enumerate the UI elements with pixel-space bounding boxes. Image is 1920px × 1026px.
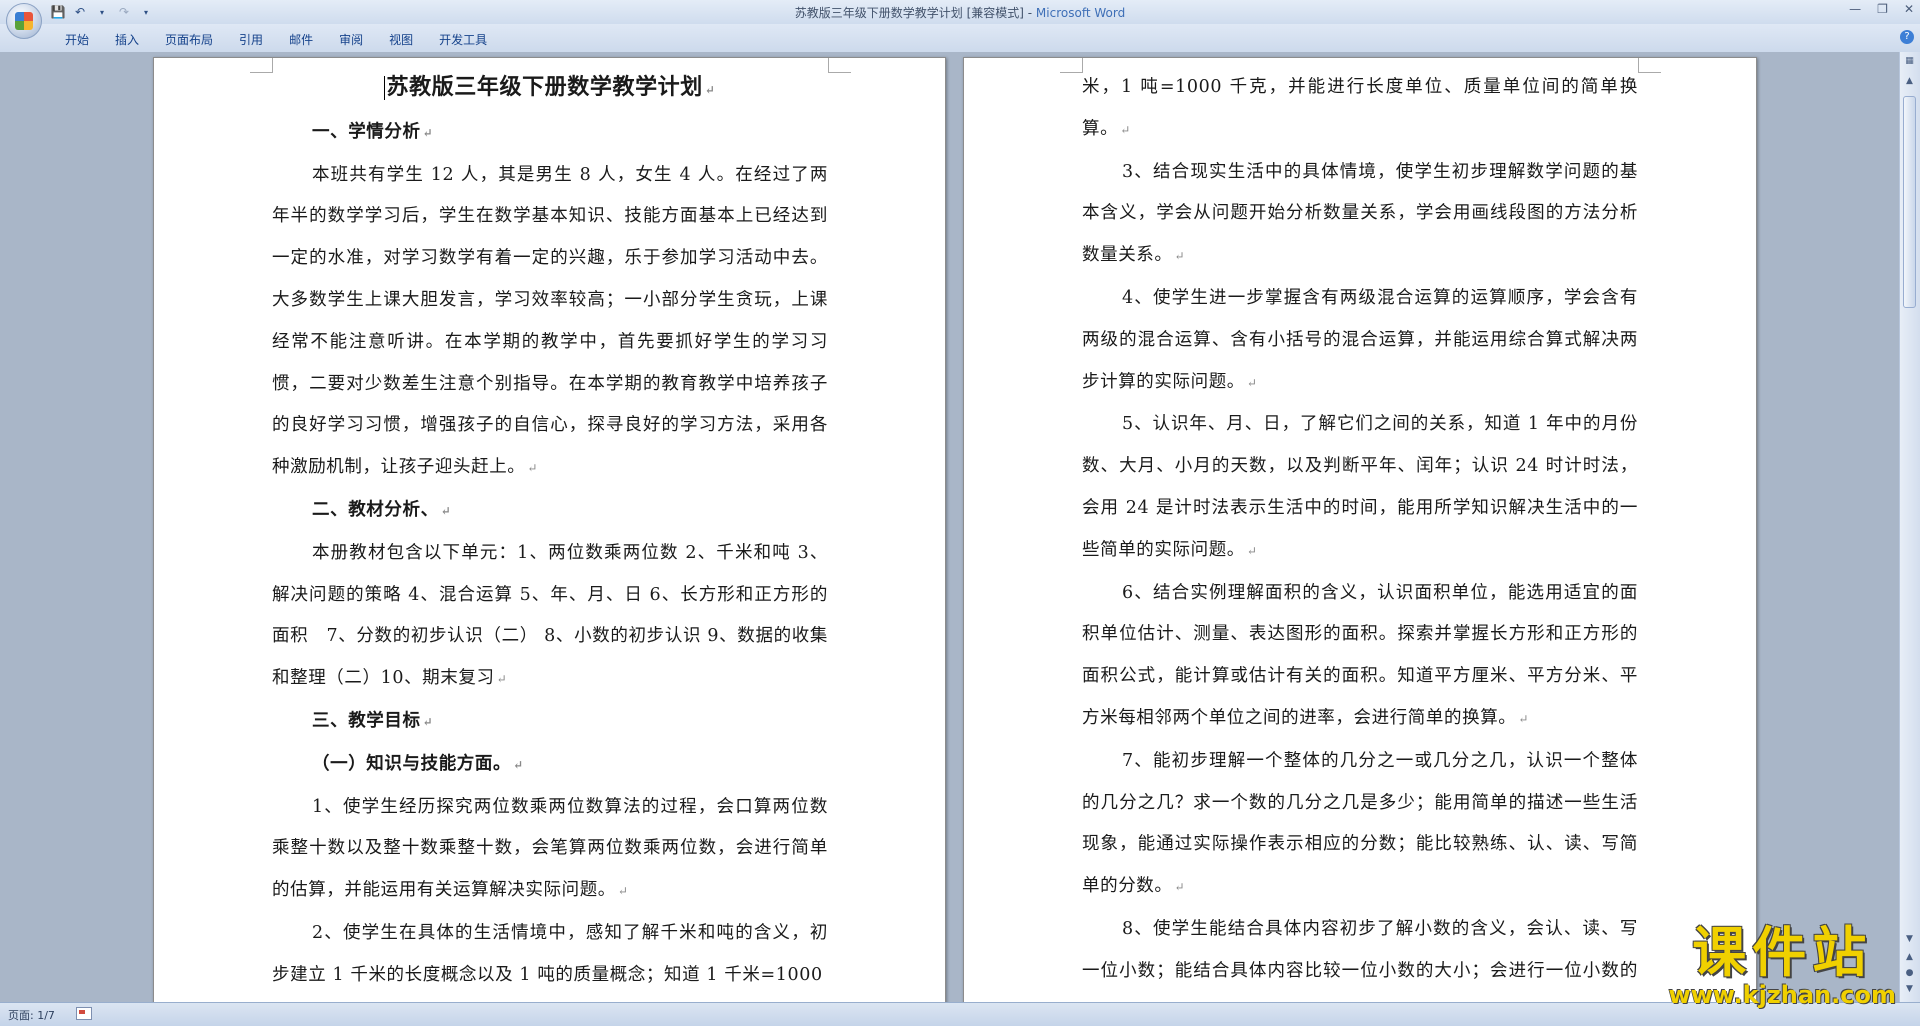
ribbon-tab[interactable]: 引用 — [226, 29, 276, 50]
margin-corner-mark — [1638, 58, 1661, 73]
paragraph-mark-icon: ↵ — [1246, 543, 1258, 558]
document-page-1[interactable]: 苏教版三年级下册数学教学计划 ↵ 一、学情分析 ↵ 本班共有学生 12 人，其是男生 … — [153, 57, 946, 1002]
paragraph: 4、使学生进一步掌握含有两级混合运算的运算顺序，学会含有两级的混合运算、含有小括… — [1082, 287, 1638, 392]
paragraph: 本册教材包含以下单元：1、两位数乘两位数 2、千米和吨 3、解决问题的策略 4、… — [272, 542, 828, 689]
proofing-status-icon[interactable] — [76, 1007, 92, 1020]
minimize-icon[interactable]: — — [1849, 2, 1861, 16]
paragraph: 1、使学生经历探究两位数乘两位数算法的过程，会口算两位数乘整十数以及整十数乘整十… — [272, 796, 828, 901]
ruler-toggle-icon[interactable]: ▦ — [1902, 54, 1917, 68]
ribbon-tabs: 开始 插入 页面布局 引用 邮件 审阅 视图 开发工具 — [52, 29, 500, 50]
window-title-app: Microsoft Word — [1035, 6, 1126, 20]
page-2-content[interactable]: 米，1 吨=1000 千克，并能进行长度单位、质量单位间的简单换算。 ↵ 3、结合现… — [1082, 67, 1638, 1002]
browse-object-icon[interactable]: ● — [1902, 966, 1917, 980]
title-bar: 💾 ↶ ▾ ↷ ▾ 苏教版三年级下册数学教学计划 [兼容模式] - Micros… — [0, 0, 1920, 39]
ribbon-tab[interactable]: 开始 — [52, 29, 102, 50]
paragraph-mark-icon: ↵ — [422, 714, 434, 729]
page-1-content[interactable]: 苏教版三年级下册数学教学计划 ↵ 一、学情分析 ↵ 本班共有学生 12 人，其是男生 … — [272, 67, 828, 997]
paragraph-mark-icon: ↵ — [440, 503, 452, 518]
paragraph-mark-icon: ↵ — [527, 461, 539, 476]
paragraph: 8、使学生能结合具体内容初步了解小数的含义，会认、读、写一位小数；能结合具体内容… — [1082, 918, 1638, 981]
paragraph: 2、使学生在具体的生活情境中，感知了解千米和吨的含义，初步建立 1 千米的长度概… — [272, 922, 828, 985]
paragraph: 6、结合实例理解面积的含义，认识面积单位，能选用适宜的面积单位估计、测量、表达图… — [1082, 582, 1638, 728]
ribbon-tab[interactable]: 插入 — [102, 29, 152, 50]
window-controls: — ❐ ✕ — [1849, 2, 1914, 16]
page-indicator[interactable]: 页面: 1/7 — [8, 1007, 55, 1023]
ribbon-tab[interactable]: 开发工具 — [426, 29, 500, 50]
margin-corner-mark — [250, 58, 273, 73]
margin-corner-mark — [828, 58, 851, 73]
document-page-2[interactable]: 米，1 吨=1000 千克，并能进行长度单位、质量单位间的简单换算。 ↵ 3、结合现… — [963, 57, 1757, 1002]
ribbon-tab[interactable]: 视图 — [376, 29, 426, 50]
paragraph-mark-icon: ↵ — [1174, 880, 1186, 895]
document-workspace: 苏教版三年级下册数学教学计划 ↵ 一、学情分析 ↵ 本班共有学生 12 人，其是男生 … — [0, 52, 1900, 1002]
window-title-document: 苏教版三年级下册数学教学计划 [兼容模式] - — [794, 6, 1036, 20]
office-button[interactable] — [6, 3, 42, 39]
ribbon-tab[interactable]: 邮件 — [276, 29, 326, 50]
paragraph: 7、能初步理解一个整体的几分之一或几分之几，认识一个整体的几分之几？求一个数的几… — [1082, 750, 1638, 897]
paragraph: 3、结合现实生活中的具体情境，使学生初步理解数学问题的基本含义，学会从问题开始分… — [1082, 161, 1638, 266]
ribbon-tab[interactable]: 审阅 — [326, 29, 376, 50]
paragraph-mark-icon: ↵ — [513, 757, 524, 772]
section-heading: 一、学情分析 ↵ — [312, 121, 434, 142]
paragraph: 米，1 吨=1000 千克，并能进行长度单位、质量单位间的简单换算。 ↵ — [1082, 77, 1638, 139]
scroll-down-icon[interactable]: ▼ — [1902, 932, 1917, 946]
section-heading: 三、教学目标 ↵ — [312, 710, 434, 731]
paragraph-mark-icon: ↵ — [617, 884, 629, 899]
status-bar: 页面: 1/7 — [0, 1002, 1920, 1026]
ribbon-tab[interactable]: 页面布局 — [152, 29, 226, 50]
document-title: 苏教版三年级下册数学教学计划 ↵ — [384, 74, 716, 100]
next-page-icon[interactable]: ▼ — [1902, 982, 1917, 996]
help-icon[interactable]: ? — [1900, 30, 1914, 44]
previous-page-icon[interactable]: ▲ — [1902, 950, 1917, 964]
scroll-up-icon[interactable]: ▲ — [1902, 74, 1917, 88]
margin-corner-mark — [1060, 58, 1083, 73]
paragraph-mark-icon: ↵ — [1246, 375, 1258, 390]
paragraph-mark-icon: ↵ — [1174, 249, 1186, 264]
paragraph-mark-icon: ↵ — [1120, 122, 1131, 137]
section-heading: 二、教材分析、 ↵ — [312, 499, 452, 520]
paragraph-mark-icon: ↵ — [1518, 711, 1530, 726]
watermark-text: 课件站 — [1692, 921, 1873, 984]
paragraph-mark-icon: ↵ — [422, 125, 434, 140]
window-title: 苏教版三年级下册数学教学计划 [兼容模式] - Microsoft Word — [0, 4, 1920, 21]
scrollbar-thumb[interactable] — [1903, 96, 1916, 308]
vertical-scrollbar[interactable]: ▦ ▲ ▼ ▲ ● ▼ — [1899, 52, 1920, 1002]
close-icon[interactable]: ✕ — [1904, 2, 1914, 16]
paragraph-mark-icon: ↵ — [496, 672, 508, 687]
office-logo-icon — [15, 12, 33, 30]
section-heading: （一）知识与技能方面。 ↵ — [312, 753, 524, 774]
watermark-url: www.kjzhan.com — [1668, 981, 1896, 1009]
paragraph: 5、认识年、月、日，了解它们之间的关系，知道 1 年中的月份数、大月、小月的天数… — [1082, 414, 1638, 560]
restore-icon[interactable]: ❐ — [1877, 2, 1888, 16]
site-watermark: 课件站 www.kjzhan.com — [1668, 921, 1896, 1009]
ribbon-tab-bar: 开始 插入 页面布局 引用 邮件 审阅 视图 开发工具 ? — [0, 24, 1920, 53]
paragraph: 本班共有学生 12 人，其是男生 8 人，女生 4 人。在经过了两年半的数学学习… — [272, 164, 828, 478]
